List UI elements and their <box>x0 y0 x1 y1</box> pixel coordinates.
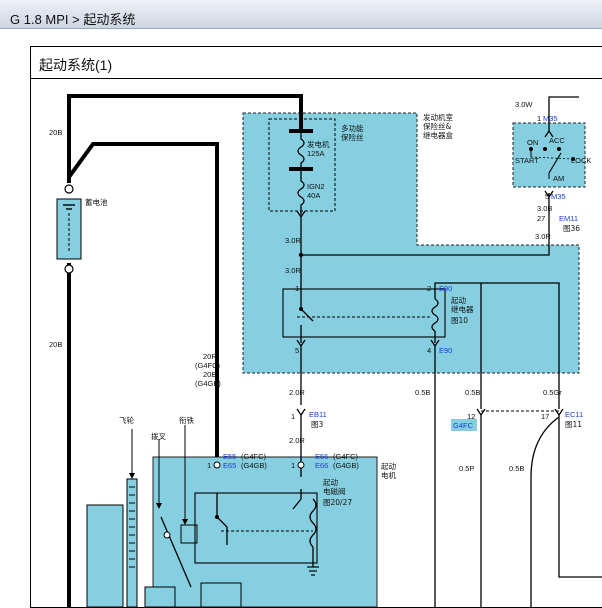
terminal-e55 <box>213 461 221 469</box>
label-g4fc: G4FC <box>453 421 474 430</box>
label-pin5-m35: 5 <box>545 192 549 201</box>
label-e65[interactable]: E65 <box>223 461 236 470</box>
label-e90-top[interactable]: E90 <box>439 284 452 293</box>
label-e56[interactable]: E56 <box>315 452 328 461</box>
label-pin2-relay: 2 <box>427 284 431 293</box>
label-m35-bot[interactable]: M35 <box>551 192 566 201</box>
label-0-5b-2: 0.5B <box>465 388 480 397</box>
label-20b-top: 20B <box>49 128 62 137</box>
label-3-0r-3: 3.0R <box>535 232 551 241</box>
wiring-diagram: 20B 20B 蓄电池 多功能 保险丝 发电机 125A IGN2 40A 发动… <box>49 94 602 607</box>
label-flywheel: 飞轮 <box>119 415 134 425</box>
label-e66-tag: (G4GB) <box>333 461 359 470</box>
flywheel-icon <box>86 429 138 607</box>
terminal-e56 <box>297 461 305 469</box>
label-fuse-box-2: 保险丝 <box>341 132 364 142</box>
label-ec11[interactable]: EC11 <box>565 410 583 419</box>
breadcrumb[interactable]: G 1.8 MPI > 起动系统 <box>10 9 135 28</box>
label-fuse-box-1: 多功能 <box>341 123 364 133</box>
label-20r-3: 20B <box>203 370 216 379</box>
label-e66[interactable]: E66 <box>315 461 328 470</box>
label-pin1-e56: 1 <box>291 461 295 470</box>
label-gen-fuse-2: 125A <box>307 149 325 158</box>
label-20r-2: (G4FC) <box>195 361 221 370</box>
label-e55[interactable]: E55 <box>223 452 236 461</box>
label-0-5b-3: 0.5B <box>509 464 524 473</box>
label-sw-start: START <box>515 156 539 165</box>
label-ign2-1: IGN2 <box>307 182 325 191</box>
label-gen-fuse-1: 发电机 <box>307 139 330 149</box>
label-pin12: 12 <box>467 412 475 421</box>
label-pin1-e55: 1 <box>207 461 211 470</box>
top-bar: G 1.8 MPI > 起动系统 <box>0 0 602 29</box>
label-20r-1: 20R <box>203 352 217 361</box>
label-armature: 衔铁 <box>179 415 194 425</box>
label-e56-tag: (G4FC) <box>333 452 359 461</box>
label-engine-room-3: 继电器盒 <box>423 130 453 140</box>
label-fork: 拨叉 <box>151 431 166 441</box>
label-pin1-relay: 1 <box>295 284 299 293</box>
label-fig10[interactable]: 图10 <box>451 316 468 325</box>
label-0-5gr: 0.5Gr <box>543 388 562 397</box>
label-sw-lock: LOCK <box>571 156 591 165</box>
label-20r-4: (G4GB) <box>195 379 221 388</box>
label-solenoid-1: 起动 <box>323 477 338 487</box>
starter-motor-panel <box>152 456 378 607</box>
label-relay-1: 起动 <box>451 295 466 305</box>
label-sw-am: AM <box>553 174 564 183</box>
label-battery: 蓄电池 <box>85 197 108 207</box>
label-e65-tag: (G4GB) <box>241 461 267 470</box>
label-pin17: 17 <box>541 412 549 421</box>
label-engine-room-1: 发动机室 <box>423 112 453 122</box>
label-pin27: 27 <box>537 214 545 223</box>
label-relay-2: 继电器 <box>451 304 474 314</box>
label-pin1-m35: 1 <box>537 114 541 123</box>
label-sw-on: ON <box>527 138 538 147</box>
label-0-5p: 0.5P <box>459 464 474 473</box>
label-fig11[interactable]: 图11 <box>565 420 582 429</box>
label-e55-tag: (G4FC) <box>241 452 267 461</box>
wire-0-5b-3 <box>530 416 560 607</box>
label-pin1-eb11: 1 <box>291 412 295 421</box>
label-starter-2: 电机 <box>381 470 396 480</box>
label-fig20-27[interactable]: 图20/27 <box>323 498 352 507</box>
label-pin4-relay: 4 <box>427 346 431 355</box>
battery-cable-starter <box>67 142 219 457</box>
battery-icon <box>56 184 82 274</box>
label-pin5-relay: 5 <box>295 346 299 355</box>
label-3-0r-2: 3.0R <box>285 266 301 275</box>
label-0-5b-1: 0.5B <box>415 388 430 397</box>
label-fig3[interactable]: 图3 <box>311 420 323 429</box>
label-2-0r: 2.0R <box>289 388 305 397</box>
label-2-0r-2: 2.0R <box>289 436 305 445</box>
label-sw-acc: ACC <box>549 136 565 145</box>
label-20b-mid: 20B <box>49 340 62 349</box>
label-3-0b: 3.0B <box>537 204 552 213</box>
label-e90-bot[interactable]: E90 <box>439 346 452 355</box>
label-solenoid-2: 电磁阀 <box>323 486 346 496</box>
label-eb11[interactable]: EB11 <box>309 410 327 419</box>
label-m35-top[interactable]: M35 <box>543 114 558 123</box>
label-starter-1: 起动 <box>381 461 396 471</box>
label-3-0w: 3.0W <box>515 100 533 109</box>
label-3-0r-1: 3.0R <box>285 236 301 245</box>
label-fig36[interactable]: 图36 <box>563 224 580 233</box>
label-em11[interactable]: EM11 <box>559 214 578 223</box>
label-engine-room-2: 保险丝& <box>423 121 451 131</box>
label-ign2-2: 40A <box>307 191 320 200</box>
diagram-page: 起动系统(1) 20B 20B 蓄电池 多功能 保险丝 发电机 125A IGN… <box>30 46 602 608</box>
